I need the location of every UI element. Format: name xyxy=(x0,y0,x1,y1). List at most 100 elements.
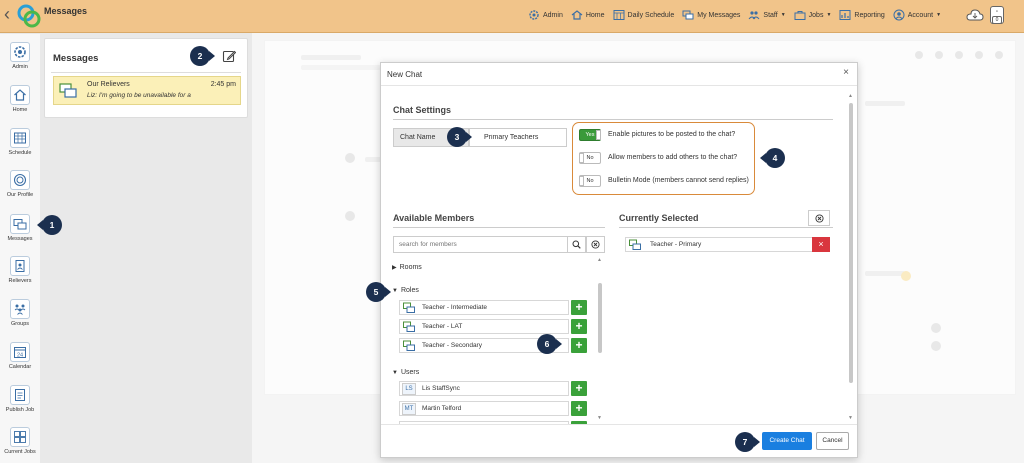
chat-name-input[interactable] xyxy=(469,128,567,147)
role-icon xyxy=(629,239,641,250)
sidebar-item-our-profile[interactable]: Our Profile xyxy=(0,170,40,198)
member-search-input[interactable] xyxy=(393,236,568,253)
scroll-down-icon[interactable]: ▼ xyxy=(848,415,853,421)
step-marker-4: 4 xyxy=(760,148,785,168)
topnav-reporting[interactable]: Reporting xyxy=(839,9,885,21)
cloud-sync-icon[interactable] xyxy=(966,8,984,22)
user-row-lis-staffsync: LS Lis StaffSync xyxy=(399,381,569,396)
sidebar-item-label: Home xyxy=(12,107,28,113)
sidebar-item-label: Groups xyxy=(10,321,30,327)
chevron-down-icon: ▼ xyxy=(936,12,942,18)
calendar-day: 24 xyxy=(17,352,23,358)
toggle-state: No xyxy=(586,155,594,161)
toggle-enable-pictures[interactable]: Yes xyxy=(579,129,601,141)
topnav-admin[interactable]: Admin xyxy=(528,9,563,21)
sidebar-item-publish-job[interactable]: Publish Job xyxy=(0,385,40,413)
toggle-state: No xyxy=(586,178,594,184)
sidebar-item-messages[interactable]: Messages xyxy=(0,214,40,242)
reporting-icon xyxy=(839,10,851,20)
create-chat-button[interactable]: Create Chat xyxy=(762,432,812,450)
scroll-thumb[interactable] xyxy=(849,103,853,383)
tree-group-users[interactable]: ▼ Users xyxy=(392,369,419,376)
add-user-button[interactable]: + xyxy=(571,381,587,396)
step-marker-1: 1 xyxy=(37,215,62,235)
cancel-button[interactable]: Cancel xyxy=(816,432,849,450)
thread-preview: Liz: I'm going to be unavailable for a xyxy=(87,92,191,99)
app-logo-icon[interactable] xyxy=(16,3,42,29)
sidebar-item-admin[interactable]: Admin xyxy=(0,42,40,70)
gear-icon xyxy=(14,46,26,58)
step-marker-7: 7 xyxy=(735,432,760,452)
member-label: Teacher - Intermediate xyxy=(422,304,488,311)
sidebar-item-relievers[interactable]: Relievers xyxy=(0,256,40,284)
scroll-up-icon[interactable]: ▲ xyxy=(848,93,853,99)
notifications-button[interactable]: ▫ 0 xyxy=(990,6,1004,24)
chevron-right-icon: ▶ xyxy=(392,265,397,271)
app-title: Messages xyxy=(44,6,88,16)
toggle-bulletin-mode[interactable]: No xyxy=(579,175,601,187)
toggle-label: Enable pictures to be posted to the chat… xyxy=(608,131,736,138)
relievers-icon xyxy=(15,260,25,272)
close-icon[interactable]: × xyxy=(843,67,849,78)
available-list-scrollbar[interactable]: ▲ ▼ xyxy=(597,257,603,423)
top-bar: ‹ Messages Admin Home Daily Schedule My … xyxy=(0,0,1024,33)
publish-job-icon xyxy=(15,389,25,401)
topnav-jobs[interactable]: Jobs ▼ xyxy=(794,9,832,21)
add-role-button[interactable]: + xyxy=(571,319,587,334)
add-user-button[interactable]: + xyxy=(571,401,587,416)
home-icon xyxy=(571,10,583,20)
search-button[interactable] xyxy=(567,236,586,253)
topnav-account[interactable]: Account ▼ xyxy=(893,9,941,21)
chevron-down-icon: ▼ xyxy=(826,12,832,18)
tree-group-roles[interactable]: ▼ Roles xyxy=(392,287,419,294)
member-label: Martin Telford xyxy=(422,405,462,412)
remove-member-button[interactable]: × xyxy=(812,237,830,252)
messages-icon xyxy=(13,219,27,230)
compose-icon[interactable] xyxy=(222,49,236,63)
sidebar-item-current-jobs[interactable]: Current Jobs xyxy=(0,427,40,455)
topnav-label: Jobs xyxy=(808,11,824,19)
clear-selected-button[interactable] xyxy=(808,210,830,226)
role-icon xyxy=(403,321,415,332)
back-chevron-icon[interactable]: ‹ xyxy=(4,5,10,23)
chevron-down-icon: ▼ xyxy=(780,12,786,18)
add-role-button[interactable]: + xyxy=(571,300,587,315)
divider xyxy=(381,424,857,425)
group-chat-icon xyxy=(59,83,77,98)
search-icon xyxy=(572,240,581,249)
scroll-down-icon[interactable]: ▼ xyxy=(597,415,602,421)
sidebar-item-groups[interactable]: Groups xyxy=(0,299,40,327)
toggle-allow-members-add[interactable]: No xyxy=(579,152,601,164)
gear-icon xyxy=(529,10,539,20)
scroll-up-icon[interactable]: ▲ xyxy=(597,257,602,263)
toggle-label: Bulletin Mode (members cannot send repli… xyxy=(608,177,749,184)
sidebar-item-label: Messages xyxy=(7,236,33,242)
topnav-home[interactable]: Home xyxy=(571,9,605,21)
sidebar-item-label: Publish Job xyxy=(5,407,35,413)
sidebar-item-label: Schedule xyxy=(8,150,32,156)
divider xyxy=(51,72,241,73)
toggle-label: Allow members to add others to the chat? xyxy=(608,154,738,161)
topnav-my-messages[interactable]: My Messages xyxy=(682,9,740,21)
top-nav: Admin Home Daily Schedule My Messages St… xyxy=(528,9,941,21)
notifications-count: 0 xyxy=(992,16,1002,24)
step-marker-3: 3 xyxy=(447,127,472,147)
topnav-daily-schedule[interactable]: Daily Schedule xyxy=(613,9,674,21)
thread-item-our-relievers[interactable]: Our Relievers 2:45 pm Liz: I'm going to … xyxy=(53,76,241,105)
sidebar-item-schedule[interactable]: Schedule xyxy=(0,128,40,156)
step-marker-5: 5 xyxy=(366,282,391,302)
tree-group-label: Users xyxy=(400,369,420,376)
tree-group-rooms[interactable]: ▶ Rooms xyxy=(392,264,422,271)
role-icon xyxy=(403,302,415,313)
modal-scrollbar[interactable]: ▲ ▼ xyxy=(847,93,855,423)
add-role-button[interactable]: + xyxy=(571,338,587,353)
clear-circle-icon xyxy=(814,213,824,223)
topnav-staff[interactable]: Staff ▼ xyxy=(748,9,786,21)
role-icon xyxy=(403,340,415,351)
clear-search-button[interactable] xyxy=(586,236,605,253)
topnav-label: My Messages xyxy=(697,11,741,19)
scroll-thumb[interactable] xyxy=(598,283,602,353)
sidebar-item-calendar[interactable]: 24 Calendar xyxy=(0,342,40,370)
member-label: Teacher - LAT xyxy=(422,323,463,330)
sidebar-item-home[interactable]: Home xyxy=(0,85,40,113)
